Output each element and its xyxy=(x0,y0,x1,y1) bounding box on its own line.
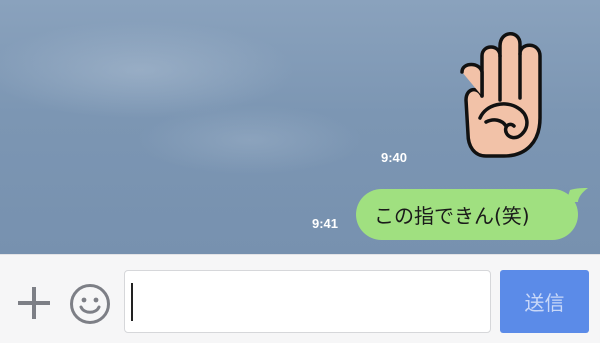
plus-icon xyxy=(18,287,50,319)
hand-four-fingers-icon xyxy=(460,32,542,158)
emoji-button[interactable] xyxy=(69,283,111,325)
message-input-bar: 送信 xyxy=(0,254,600,343)
plus-button[interactable] xyxy=(16,285,52,321)
hand-sticker[interactable] xyxy=(456,22,556,162)
outgoing-message-bubble[interactable]: この指できん(笑) xyxy=(356,189,578,240)
text-cursor xyxy=(131,283,133,321)
chat-area: 9:40 9:41 この指できん(笑) xyxy=(0,0,600,254)
message-timestamp: 9:41 xyxy=(312,216,339,231)
sticker-timestamp: 9:40 xyxy=(381,150,408,165)
message-text: この指できん(笑) xyxy=(374,204,530,228)
smiley-icon xyxy=(70,284,110,324)
message-input-field[interactable] xyxy=(124,270,491,333)
send-button[interactable]: 送信 xyxy=(500,270,589,333)
